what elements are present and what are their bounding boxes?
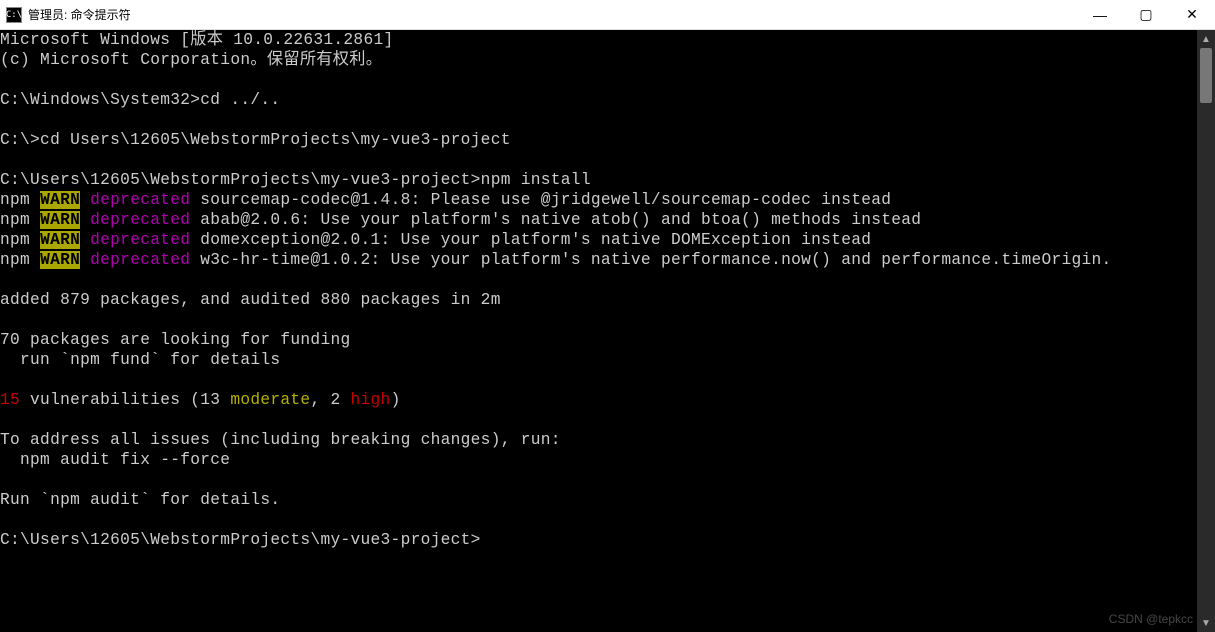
scroll-track[interactable]: [1197, 48, 1215, 614]
close-button[interactable]: ✕: [1169, 0, 1215, 29]
line-prompt: C:\Users\12605\WebstormProjects\my-vue3-…: [0, 531, 481, 549]
vuln-high: high: [351, 391, 391, 409]
scroll-down-icon[interactable]: ▼: [1197, 614, 1215, 632]
vuln-text: ): [391, 391, 401, 409]
scroll-thumb[interactable]: [1200, 48, 1212, 103]
npm-label: npm: [0, 251, 40, 269]
warn1-message: sourcemap-codec@1.4.8: Please use @jridg…: [190, 191, 891, 209]
deprecated-label: deprecated: [80, 231, 190, 249]
warn2-message: abab@2.0.6: Use your platform's native a…: [190, 211, 921, 229]
npm-label: npm: [0, 191, 40, 209]
npm-label: npm: [0, 231, 40, 249]
vertical-scrollbar[interactable]: ▲ ▼: [1197, 30, 1215, 632]
warn3-message: domexception@2.0.1: Use your platform's …: [190, 231, 871, 249]
warn-tag: WARN: [40, 191, 80, 209]
line-cd2: C:\>cd Users\12605\WebstormProjects\my-v…: [0, 131, 511, 149]
line-npm-install: C:\Users\12605\WebstormProjects\my-vue3-…: [0, 171, 591, 189]
maximize-button[interactable]: ▢: [1123, 0, 1169, 29]
window-title: 管理员: 命令提示符: [28, 6, 1077, 23]
deprecated-label: deprecated: [80, 211, 190, 229]
npm-label: npm: [0, 211, 40, 229]
warn4-message: w3c-hr-time@1.0.2: Use your platform's n…: [190, 251, 1111, 269]
vuln-text: , 2: [310, 391, 350, 409]
deprecated-label: deprecated: [80, 191, 190, 209]
line-cd1: C:\Windows\System32>cd ../..: [0, 91, 280, 109]
vuln-text: vulnerabilities (13: [20, 391, 230, 409]
watermark-text: CSDN @tepkcc: [1109, 612, 1193, 626]
warn-tag: WARN: [40, 211, 80, 229]
vuln-count: 15: [0, 391, 20, 409]
line-added: added 879 packages, and audited 880 pack…: [0, 291, 501, 309]
cmd-icon: C:\: [6, 7, 22, 23]
line-funding2: run `npm fund` for details: [0, 351, 280, 369]
window-controls: — ▢ ✕: [1077, 0, 1215, 29]
warn-tag: WARN: [40, 231, 80, 249]
line-copyright: (c) Microsoft Corporation。保留所有权利。: [0, 51, 382, 69]
deprecated-label: deprecated: [80, 251, 190, 269]
warn-tag: WARN: [40, 251, 80, 269]
line-address1: To address all issues (including breakin…: [0, 431, 561, 449]
window-titlebar: C:\ 管理员: 命令提示符 — ▢ ✕: [0, 0, 1215, 30]
line-audit: Run `npm audit` for details.: [0, 491, 280, 509]
line-funding1: 70 packages are looking for funding: [0, 331, 351, 349]
minimize-button[interactable]: —: [1077, 0, 1123, 29]
scroll-up-icon[interactable]: ▲: [1197, 30, 1215, 48]
line-address2: npm audit fix --force: [0, 451, 230, 469]
terminal-output[interactable]: Microsoft Windows [版本 10.0.22631.2861] (…: [0, 30, 1197, 632]
terminal-container: Microsoft Windows [版本 10.0.22631.2861] (…: [0, 30, 1215, 632]
vuln-moderate: moderate: [230, 391, 310, 409]
line-version: Microsoft Windows [版本 10.0.22631.2861]: [0, 31, 393, 49]
